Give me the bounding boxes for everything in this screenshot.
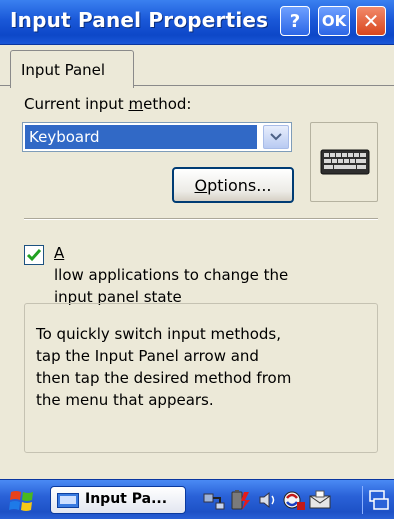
connectivity-icon[interactable] [202,488,226,512]
keyboard-preview [310,122,378,202]
taskbar-button-label: Input Pa... [85,491,168,507]
taskbar-button-input-panel[interactable]: Input Pa... [50,486,186,514]
checkmark-icon [26,249,42,262]
taskbar: Input Pa... [0,479,394,519]
inbox-icon[interactable] [308,488,332,512]
options-button[interactable]: Options... [172,167,294,203]
tab-border-left [0,85,10,86]
window-icon [57,493,79,508]
info-text: To quickly switch input methods, tap the… [36,325,292,409]
volume-icon[interactable] [256,488,280,512]
sync-icon[interactable] [282,488,306,512]
tab-border-right [134,85,394,86]
dialog-window: Input Panel Properties ? OK ✕ Input Pane… [0,0,394,519]
chevron-down-icon[interactable] [263,125,289,149]
allow-change-checkbox[interactable] [24,245,44,265]
tab-strip: Input Panel [0,44,394,88]
window-title: Input Panel Properties [10,8,269,32]
input-method-select[interactable]: Keyboard [22,122,292,152]
title-bar: Input Panel Properties ? OK ✕ [0,0,394,45]
current-input-method-label: Current input method: [24,95,192,113]
close-button[interactable]: ✕ [356,6,386,36]
tray-divider [362,486,363,514]
tab-input-panel[interactable]: Input Panel [10,50,134,88]
windows-flag-icon[interactable] [8,488,36,514]
ok-button[interactable]: OK [318,6,350,36]
help-button[interactable]: ? [280,6,310,36]
allow-change-label[interactable]: Allow applications to change the input p… [54,242,288,308]
battery-icon[interactable] [228,488,252,512]
input-method-selected-value: Keyboard [25,125,257,149]
input-panel-toggle-icon[interactable] [368,489,390,511]
keyboard-icon [320,149,370,175]
separator [24,218,378,220]
